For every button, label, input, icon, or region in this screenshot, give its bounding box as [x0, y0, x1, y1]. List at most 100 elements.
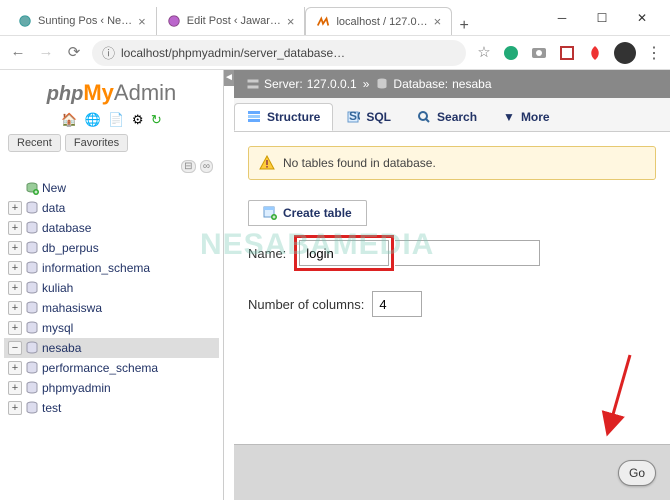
expand-icon[interactable]: +: [8, 381, 22, 395]
expand-icon[interactable]: +: [8, 321, 22, 335]
url-input[interactable]: [121, 46, 456, 60]
expand-icon[interactable]: +: [8, 261, 22, 275]
expand-icon[interactable]: +: [8, 201, 22, 215]
chevron-down-icon: ▼: [503, 110, 515, 124]
db-label: phpmyadmin: [42, 381, 111, 395]
docs-icon[interactable]: 📄: [108, 112, 124, 127]
profile-avatar[interactable]: [614, 42, 636, 64]
db-label: information_schema: [42, 261, 150, 275]
db-item-phpmyadmin[interactable]: + phpmyadmin: [4, 378, 219, 398]
database-icon: [25, 201, 39, 215]
reload-icon[interactable]: ↻: [151, 112, 162, 127]
db-label: kuliah: [42, 281, 73, 295]
window-minimize[interactable]: ─: [542, 11, 582, 25]
link-icon[interactable]: ∞: [200, 160, 213, 173]
close-icon[interactable]: ×: [434, 14, 442, 29]
quick-icons: 🏠 🌐 📄 ⚙ ↻: [4, 108, 219, 132]
db-item-information_schema[interactable]: + information_schema: [4, 258, 219, 278]
reload-button[interactable]: ⟳: [64, 43, 84, 63]
db-label: database: [42, 221, 91, 235]
tab-title: localhost / 127.0…: [336, 16, 427, 28]
pma-sidebar: phpMyAdmin 🏠 🌐 📄 ⚙ ↻ Recent Favorites ⊟ …: [0, 70, 224, 500]
extension-icon[interactable]: [558, 44, 576, 62]
expand-icon[interactable]: +: [8, 301, 22, 315]
address-bar[interactable]: ⓘ: [92, 40, 466, 66]
browser-tab-0[interactable]: Sunting Pos ‹ Ne… ×: [8, 7, 157, 35]
sidebar-tab-recent[interactable]: Recent: [8, 134, 61, 152]
db-item-test[interactable]: +test: [4, 398, 219, 418]
browser-menu[interactable]: ⋮: [646, 43, 662, 63]
site-info-icon[interactable]: ⓘ: [102, 43, 115, 62]
database-icon: [25, 241, 39, 255]
columns-input[interactable]: [372, 291, 422, 317]
database-icon: [25, 221, 39, 235]
close-icon[interactable]: ×: [287, 14, 295, 29]
columns-label: Number of columns:: [248, 297, 364, 312]
tab-more[interactable]: ▼ More: [490, 103, 563, 131]
tab-sql[interactable]: SQL SQL: [333, 103, 404, 131]
expand-icon[interactable]: +: [8, 221, 22, 235]
back-button[interactable]: ←: [8, 43, 28, 63]
browser-tab-1[interactable]: Edit Post ‹ Jawar… ×: [157, 7, 306, 35]
extension-icon[interactable]: [502, 44, 520, 62]
bookmark-icon[interactable]: ☆: [474, 43, 494, 63]
expand-icon[interactable]: +: [8, 361, 22, 375]
tab-title: Edit Post ‹ Jawar…: [187, 15, 281, 27]
db-item-mahasiswa[interactable]: + mahasiswa: [4, 298, 219, 318]
expand-icon[interactable]: +: [8, 241, 22, 255]
favicon-icon: [167, 14, 181, 28]
browser-tab-2[interactable]: localhost / 127.0… ×: [305, 7, 452, 35]
home-icon[interactable]: 🏠: [61, 112, 77, 127]
table-name-input[interactable]: [299, 240, 389, 266]
name-label: Name:: [248, 246, 286, 261]
forward-button[interactable]: →: [36, 43, 56, 63]
tab-search[interactable]: Search: [404, 103, 490, 131]
settings-icon[interactable]: ⚙: [132, 112, 144, 127]
breadcrumb-server[interactable]: Server: 127.0.0.1: [246, 77, 357, 91]
db-item-database[interactable]: + database: [4, 218, 219, 238]
new-db-label: New: [42, 181, 66, 195]
database-icon: [25, 301, 39, 315]
favicon-icon: [18, 14, 32, 28]
tab-title: Sunting Pos ‹ Ne…: [38, 15, 132, 27]
db-label: nesaba: [42, 341, 81, 355]
table-name-extra[interactable]: [395, 240, 540, 266]
db-label: mahasiswa: [42, 301, 102, 315]
db-label: mysql: [42, 321, 73, 335]
db-item-db_perpus[interactable]: +db_perpus: [4, 238, 219, 258]
expand-icon[interactable]: +: [8, 281, 22, 295]
db-item-performance_schema[interactable]: +performance_schema: [4, 358, 219, 378]
close-icon[interactable]: ×: [138, 14, 146, 29]
new-db-icon: [25, 181, 39, 195]
sidebar-collapse-handle[interactable]: ◄: [224, 70, 234, 86]
warning-text: No tables found in database.: [283, 156, 436, 170]
database-icon: [25, 321, 39, 335]
highlight-box: [294, 235, 394, 271]
logout-icon[interactable]: 🌐: [85, 112, 101, 127]
content-tabs: Structure SQL SQL Search ▼ More: [234, 98, 670, 132]
expand-icon[interactable]: +: [8, 401, 22, 415]
new-tab-button[interactable]: +: [452, 17, 476, 35]
breadcrumb-database[interactable]: Database: nesaba: [375, 77, 491, 91]
db-item-mysql[interactable]: + mysql: [4, 318, 219, 338]
extension-icon[interactable]: [586, 44, 604, 62]
window-close[interactable]: ✕: [622, 11, 662, 25]
db-item-nesaba[interactable]: − nesaba: [4, 338, 219, 358]
sidebar-tab-favorites[interactable]: Favorites: [65, 134, 128, 152]
expand-icon[interactable]: −: [8, 341, 22, 355]
create-table-legend: Create table: [248, 200, 367, 226]
extension-icon[interactable]: [530, 44, 548, 62]
db-item-kuliah[interactable]: + kuliah: [4, 278, 219, 298]
tab-structure[interactable]: Structure: [234, 103, 333, 131]
database-icon: [25, 401, 39, 415]
new-db-link[interactable]: New: [4, 178, 219, 198]
db-item-data[interactable]: +data: [4, 198, 219, 218]
go-button[interactable]: Go: [618, 460, 656, 486]
window-maximize[interactable]: ☐: [582, 11, 622, 25]
pma-logo: phpMyAdmin: [4, 76, 219, 108]
browser-tabs: Sunting Pos ‹ Ne… × Edit Post ‹ Jawar… ×…: [8, 0, 542, 35]
breadcrumb: Server: 127.0.0.1 » Database: nesaba: [234, 70, 670, 98]
warning-message: No tables found in database.: [248, 146, 656, 180]
breadcrumb-separator: »: [363, 77, 370, 91]
collapse-all-icon[interactable]: ⊟: [181, 160, 195, 173]
